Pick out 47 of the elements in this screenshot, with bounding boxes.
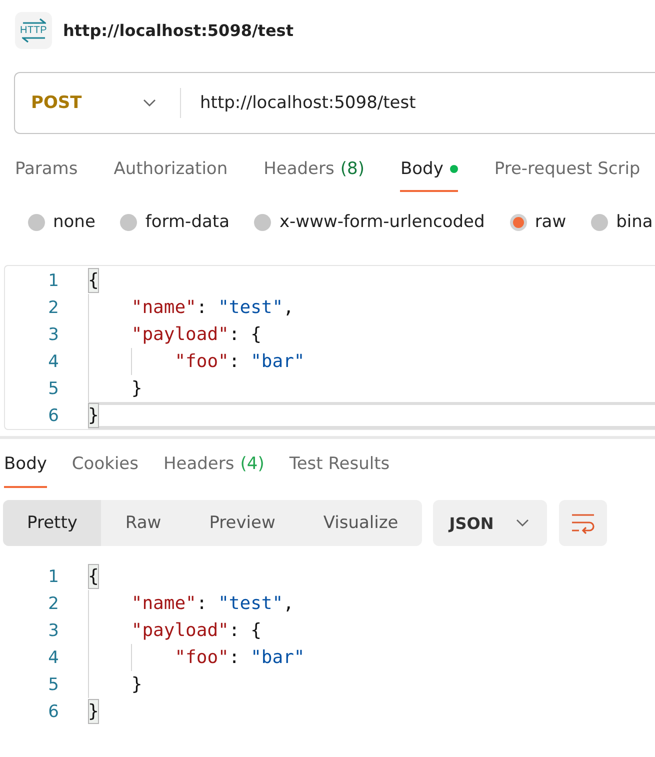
- code-line: "name": "test",: [131, 592, 294, 616]
- request-type-label: HTTP: [20, 25, 47, 36]
- code-line: "foo": "bar": [174, 350, 305, 374]
- request-tab[interactable]: Pre-request Scrip: [494, 158, 640, 192]
- chevron-down-icon: [516, 519, 529, 527]
- line-number: 3: [48, 620, 59, 642]
- request-tab[interactable]: Authorization: [114, 158, 228, 192]
- url-input[interactable]: http://localhost:5098/test: [181, 73, 655, 133]
- code-line: "payload": {: [131, 323, 262, 347]
- response-tab[interactable]: Test Results: [289, 453, 390, 488]
- body-type-option[interactable]: x-www-form-urlencoded: [254, 211, 485, 233]
- body-type-option[interactable]: bina: [591, 211, 653, 233]
- code-line: "payload": {: [131, 619, 262, 643]
- line-number: 2: [48, 592, 59, 614]
- code-line: }: [131, 673, 142, 697]
- line-number: 1: [48, 566, 59, 588]
- body-type-option[interactable]: form-data: [120, 211, 230, 233]
- method-dropdown[interactable]: POST: [15, 73, 180, 133]
- line-number: 3: [48, 324, 59, 346]
- line-number: 2: [48, 296, 59, 318]
- line-number: 1: [48, 270, 59, 292]
- wrap-lines-icon: [570, 512, 595, 534]
- request-tab[interactable]: Params: [15, 158, 78, 192]
- chevron-down-icon: [143, 99, 156, 107]
- line-number: 6: [48, 404, 59, 426]
- line-number: 5: [48, 674, 59, 696]
- request-tab[interactable]: Body: [400, 158, 458, 192]
- format-dropdown[interactable]: JSON: [433, 500, 547, 546]
- body-type-option[interactable]: raw: [510, 211, 566, 233]
- body-type-option[interactable]: none: [28, 211, 96, 233]
- response-tab[interactable]: Headers (4): [163, 453, 264, 488]
- view-mode-tab[interactable]: Preview: [185, 500, 300, 546]
- response-tab[interactable]: Body: [4, 453, 47, 488]
- code-line: "foo": "bar": [174, 646, 305, 670]
- view-mode-tab[interactable]: Raw: [101, 500, 186, 546]
- response-tab[interactable]: Cookies: [72, 453, 138, 488]
- code-line: "name": "test",: [131, 296, 294, 320]
- request-title: http://localhost:5098/test: [63, 20, 294, 40]
- line-number: 4: [48, 350, 59, 372]
- line-number: 4: [48, 646, 59, 668]
- line-number: 6: [48, 700, 59, 722]
- line-number: 5: [48, 378, 59, 400]
- view-mode-tab[interactable]: Pretty: [3, 500, 102, 546]
- code-line: }: [131, 377, 142, 401]
- wrap-lines-button[interactable]: [558, 500, 607, 546]
- request-tab[interactable]: Headers (8): [264, 158, 364, 192]
- view-mode-tab[interactable]: Visualize: [299, 500, 422, 546]
